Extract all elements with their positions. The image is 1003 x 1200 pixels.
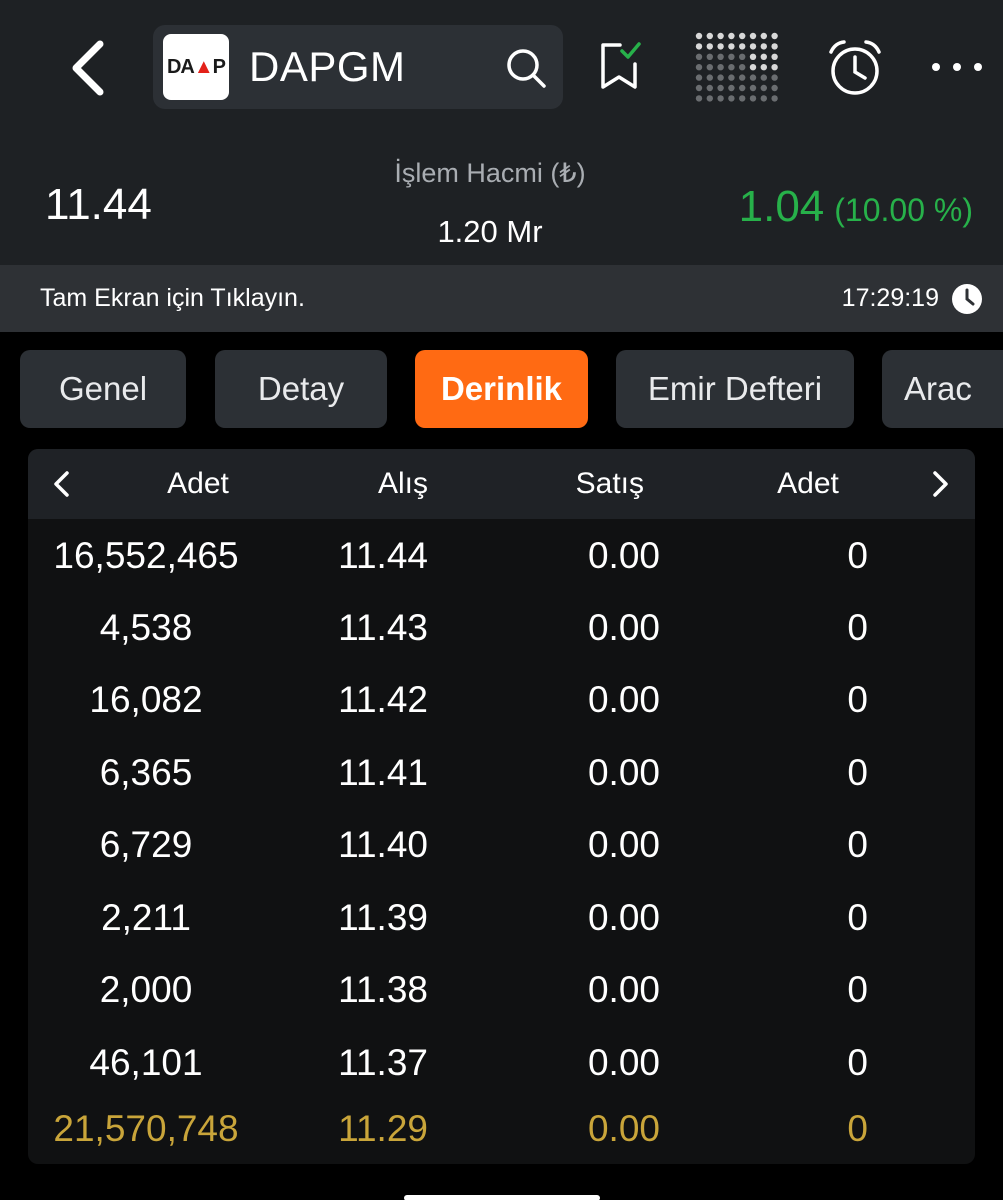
table-row[interactable]: 6,365 11.41 0.00 0 [28,738,975,810]
bid-qty-cell: 6,729 [99,824,193,865]
ask-qty-cell: 0 [847,969,868,1010]
table-row[interactable]: 6,729 11.40 0.00 0 [28,810,975,882]
bid-price-cell: 11.40 [338,824,428,865]
bid-price-cell: 11.29 [338,1108,428,1149]
depth-header: Adet Alış Satış Adet [28,449,975,519]
search-icon [507,49,546,88]
table-row[interactable]: 2,000 11.38 0.00 0 [28,955,975,1027]
volume-label: İşlem Hacmi (₺) [394,158,586,188]
bid-qty-cell: 6,365 [99,752,193,793]
alarm-clock-icon [829,40,881,95]
clock-icon [952,284,982,314]
ask-price-cell: 0.00 [587,535,660,576]
last-price: 11.44 [45,180,152,229]
back-button[interactable] [62,38,114,98]
ask-qty-cell: 0 [847,1108,868,1149]
alarm-button[interactable] [825,38,885,98]
bid-qty-cell: 4,538 [99,607,193,648]
more-dots-icon [932,63,982,71]
col-header-ask-qty: Adet [777,467,839,500]
tab-arac[interactable]: Arac [882,350,1003,428]
col-header-bid-qty: Adet [167,467,229,500]
company-logo: DA▲P [163,34,229,100]
ask-price-cell: 0.00 [587,752,660,793]
ask-price-cell: 0.00 [587,679,660,720]
depth-matrix-button[interactable] [693,30,781,104]
ask-qty-cell: 0 [847,752,868,793]
ask-price-cell: 0.00 [587,824,660,865]
ask-price-cell: 0.00 [587,1042,660,1083]
bid-price-cell: 11.39 [338,897,428,938]
bid-qty-cell: 46,101 [89,1042,203,1083]
fullscreen-link[interactable]: Tam Ekran için Tıklayın. [40,284,305,313]
bid-qty-cell: 2,211 [101,897,191,938]
col-header-bid: Alış [377,467,428,500]
chevron-right-icon [933,471,948,497]
change-value: 1.04 [738,182,825,231]
watchlist-button[interactable] [598,40,642,92]
ask-qty-cell: 0 [847,897,868,938]
ask-qty-cell: 0 [847,679,868,720]
bid-qty-cell: 2,000 [99,969,193,1010]
bid-price-cell: 11.43 [338,607,428,648]
bid-qty-cell: 16,082 [89,679,203,720]
more-button[interactable] [928,52,986,82]
tab-emir-defteri[interactable]: Emir Defteri [616,350,854,428]
table-row[interactable]: 16,552,465 11.44 0.00 0 [28,521,975,593]
chevron-left-icon [54,471,69,497]
last-update-time: 17:29:19 [841,284,939,312]
ask-price-cell: 0.00 [587,897,660,938]
table-row-highlight[interactable]: 21,570,748 11.29 0.00 0 [28,1094,975,1164]
bid-price-cell: 11.44 [338,535,428,576]
tab-detay[interactable]: Detay [215,350,387,428]
col-header-ask: Satış [575,467,644,500]
table-row[interactable]: 46,101 11.37 0.00 0 [28,1028,975,1100]
bookmark-check-icon [601,42,641,89]
bid-qty-cell: 21,570,748 [53,1108,239,1149]
dot-matrix-icon [695,32,778,102]
info-bar: Tam Ekran için Tıklayın. 17:29:19 [0,265,1003,332]
depth-table: Adet Alış Satış Adet 16,552,465 11.44 0.… [28,449,975,1164]
table-row[interactable]: 16,082 11.42 0.00 0 [28,665,975,737]
bid-price-cell: 11.37 [338,1042,428,1083]
ask-qty-cell: 0 [847,824,868,865]
bid-price-cell: 11.42 [338,679,428,720]
back-chevron-icon [72,40,104,96]
tab-genel[interactable]: Genel [20,350,186,428]
home-indicator[interactable] [404,1195,600,1200]
next-columns-button[interactable] [926,469,956,499]
ask-price-cell: 0.00 [587,607,660,648]
ask-price-cell: 0.00 [587,1108,660,1149]
prev-columns-button[interactable] [46,469,76,499]
ask-qty-cell: 0 [847,607,868,648]
bid-price-cell: 11.38 [338,969,428,1010]
volume-value: 1.20 Mr [437,214,543,249]
table-row[interactable]: 4,538 11.43 0.00 0 [28,593,975,665]
ask-qty-cell: 0 [847,1042,868,1083]
ask-price-cell: 0.00 [587,969,660,1010]
symbol-name: DAPGM [249,43,406,90]
symbol-selector[interactable]: DA▲P DAPGM [153,25,563,109]
tab-derinlik[interactable]: Derinlik [415,350,588,428]
bid-price-cell: 11.41 [338,752,428,793]
bid-qty-cell: 16,552,465 [53,535,239,576]
price-change: 1.04 (10.00 %) [739,182,973,232]
tab-bar: Genel Detay Derinlik Emir Defteri Arac [0,350,1003,430]
search-button[interactable] [505,47,547,89]
ask-qty-cell: 0 [847,535,868,576]
change-percent: (10.00 %) [834,192,973,228]
table-row[interactable]: 2,211 11.39 0.00 0 [28,883,975,955]
top-bar: DA▲P DAPGM 11.44 İşlem Hacmi (₺) 1.20 Mr… [0,0,1003,265]
